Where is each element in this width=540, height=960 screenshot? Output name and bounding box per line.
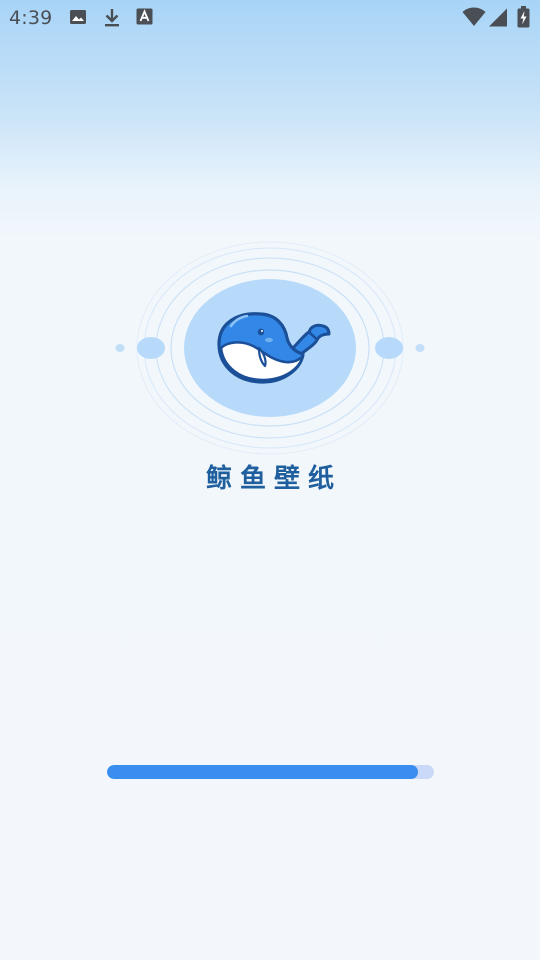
loading-progress-fill xyxy=(107,765,418,779)
loading-progress-bar xyxy=(107,765,434,779)
app-logo xyxy=(110,240,430,460)
whale-icon xyxy=(217,312,331,384)
app-name: 鲸鱼壁纸 xyxy=(205,464,342,494)
splash-screen: 鲸鱼壁纸 xyxy=(0,0,540,960)
